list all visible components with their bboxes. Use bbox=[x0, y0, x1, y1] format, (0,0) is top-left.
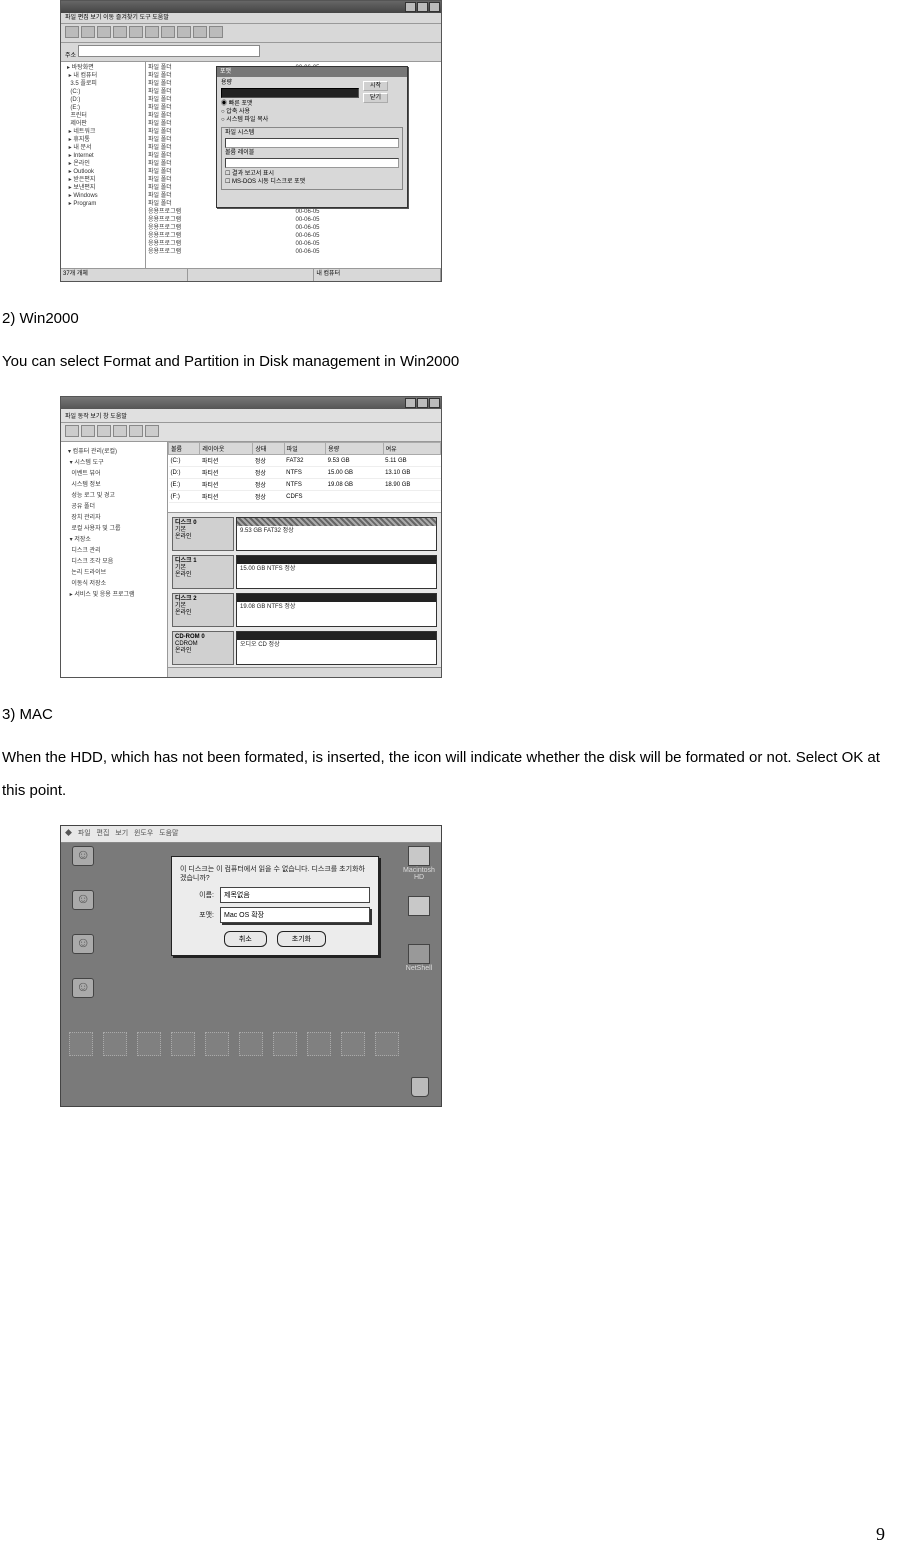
partition-bar[interactable]: 오디오 CD 정상 bbox=[236, 631, 437, 665]
dock-item[interactable] bbox=[373, 1032, 401, 1072]
dock-item[interactable] bbox=[237, 1032, 265, 1072]
dialog-title: 포맷 bbox=[217, 67, 407, 77]
group-capacity: 용량 bbox=[221, 80, 359, 86]
disk-label: 디스크 1기본온라인 bbox=[172, 555, 234, 589]
address-bar: 주소 bbox=[61, 43, 441, 62]
start-button[interactable]: 시작 bbox=[363, 81, 388, 91]
status-bar: 37개 개체내 컴퓨터 bbox=[61, 268, 441, 281]
folder-tree: ▸ 바탕화면 ▸ 내 컴퓨터 3.5 플로피 (C:) (D:) (E:) 프린… bbox=[61, 62, 146, 272]
ok-button[interactable]: 초기화 bbox=[277, 931, 326, 947]
harddisk-icon bbox=[408, 896, 430, 916]
minimize-icon bbox=[405, 398, 416, 408]
partition-bar[interactable]: 19.08 GB NTFS 정상 bbox=[236, 593, 437, 627]
dock-item[interactable] bbox=[67, 1032, 95, 1072]
file-list: 파일 폴더파일 폴더파일 폴더파일 폴더 파일 폴더파일 폴더파일 폴더파일 폴… bbox=[146, 62, 441, 272]
finder-icon[interactable] bbox=[67, 934, 99, 955]
harddisk-icon bbox=[408, 846, 430, 866]
partition-bar[interactable]: 9.53 GB FAT32 정상 bbox=[236, 517, 437, 551]
partition-bar[interactable]: 15.00 GB NTFS 정상 bbox=[236, 555, 437, 589]
close-icon bbox=[429, 398, 440, 408]
name-label: 이름: bbox=[180, 890, 220, 900]
label-field[interactable] bbox=[225, 158, 399, 168]
window-titlebar bbox=[61, 1, 441, 13]
globe-icon bbox=[408, 944, 430, 964]
hd-icon[interactable]: Macintosh HD bbox=[403, 846, 435, 881]
close-button[interactable]: 닫기 bbox=[363, 93, 388, 103]
hd-icon[interactable] bbox=[403, 896, 435, 917]
opt-quick[interactable]: ◉ 빠른 포맷 bbox=[221, 100, 359, 108]
menu-bar: 파일 편집 보기 이동 즐겨찾기 도구 도움말 bbox=[61, 13, 441, 24]
opt-sysfiles[interactable]: ○ 시스템 파일 복사 bbox=[221, 116, 359, 124]
close-icon bbox=[429, 2, 440, 12]
finder-icon[interactable] bbox=[67, 846, 99, 867]
trash-icon[interactable] bbox=[407, 1077, 433, 1098]
cancel-button[interactable]: 취소 bbox=[224, 931, 267, 947]
maximize-icon bbox=[417, 398, 428, 408]
dock-item[interactable] bbox=[339, 1032, 367, 1072]
group-filesystem: 파일 시스템 bbox=[225, 130, 399, 136]
menu-bar: 파일 동작 보기 창 도움말 bbox=[61, 409, 441, 423]
format-dialog: 포맷 용량 ◉ 빠른 포맷 ○ 압축 사용 ○ 시스템 파일 복사 bbox=[216, 66, 408, 208]
mac-menubar: ◆ 파일 편집 보기 윈도우 도움말 bbox=[61, 826, 441, 843]
disk-layout: 디스크 0기본온라인9.53 GB FAT32 정상디스크 1기본온라인15.0… bbox=[168, 513, 441, 667]
section-2-heading: 2) Win2000 bbox=[2, 310, 897, 327]
format-select[interactable]: Mac OS 확장 bbox=[220, 907, 370, 923]
finder-icon[interactable] bbox=[67, 978, 99, 999]
disk-label: 디스크 0기본온라인 bbox=[172, 517, 234, 551]
dialog-message: 이 디스크는 이 컴퓨터에서 읽을 수 없습니다. 디스크를 초기화하겠습니까? bbox=[180, 865, 370, 883]
maximize-icon bbox=[417, 2, 428, 12]
group-label: 볼륨 레이블 bbox=[225, 150, 399, 156]
volume-grid: 볼륨레이아웃상태파일용량여유 (C:)파티션정상FAT329.53 GB5.11… bbox=[168, 442, 441, 513]
name-field[interactable]: 제목없음 bbox=[220, 887, 370, 903]
toolbar bbox=[61, 423, 441, 442]
dock-item[interactable] bbox=[203, 1032, 231, 1072]
toolbar bbox=[61, 24, 441, 43]
figure-win98-format: 파일 편집 보기 이동 즐겨찾기 도구 도움말 주소 ▸ 바탕화면 ▸ 내 컴퓨… bbox=[60, 0, 442, 282]
capacity-select[interactable] bbox=[221, 88, 359, 98]
disk-label: CD-ROM 0CDROM온라인 bbox=[172, 631, 234, 665]
filesystem-field[interactable] bbox=[225, 138, 399, 148]
section-2-text: You can select Format and Partition in D… bbox=[2, 345, 897, 378]
dock-item[interactable] bbox=[271, 1032, 299, 1072]
window-titlebar bbox=[61, 397, 441, 409]
netshell-icon[interactable]: NetShell bbox=[403, 944, 435, 972]
figure-win2000-diskmgmt: 파일 동작 보기 창 도움말 ▾ 컴퓨터 관리(로컬) ▾ 시스템 도구 이벤트… bbox=[60, 396, 442, 678]
dock-item[interactable] bbox=[169, 1032, 197, 1072]
console-tree: ▾ 컴퓨터 관리(로컬) ▾ 시스템 도구 이벤트 뷰어 시스템 정보 성능 로… bbox=[61, 442, 168, 678]
minimize-icon bbox=[405, 2, 416, 12]
format-label: 포맷: bbox=[180, 910, 220, 920]
section-3-heading: 3) MAC bbox=[2, 706, 897, 723]
disk-label: 디스크 2기본온라인 bbox=[172, 593, 234, 627]
init-dialog: 이 디스크는 이 컴퓨터에서 읽을 수 없습니다. 디스크를 초기화하겠습니까?… bbox=[171, 856, 379, 956]
figure-mac-desktop: ◆ 파일 편집 보기 윈도우 도움말 Macintosh HD NetShell… bbox=[60, 825, 442, 1107]
finder-icon[interactable] bbox=[67, 890, 99, 911]
dock-item[interactable] bbox=[101, 1032, 129, 1072]
dock-item[interactable] bbox=[305, 1032, 333, 1072]
page-number: 9 bbox=[876, 1524, 885, 1545]
section-3-text: When the HDD, which has not been formate… bbox=[2, 741, 897, 807]
dock bbox=[61, 1032, 441, 1072]
opt-compress[interactable]: ○ 압축 사용 bbox=[221, 108, 359, 116]
dock-item[interactable] bbox=[135, 1032, 163, 1072]
status-bar bbox=[168, 667, 441, 678]
